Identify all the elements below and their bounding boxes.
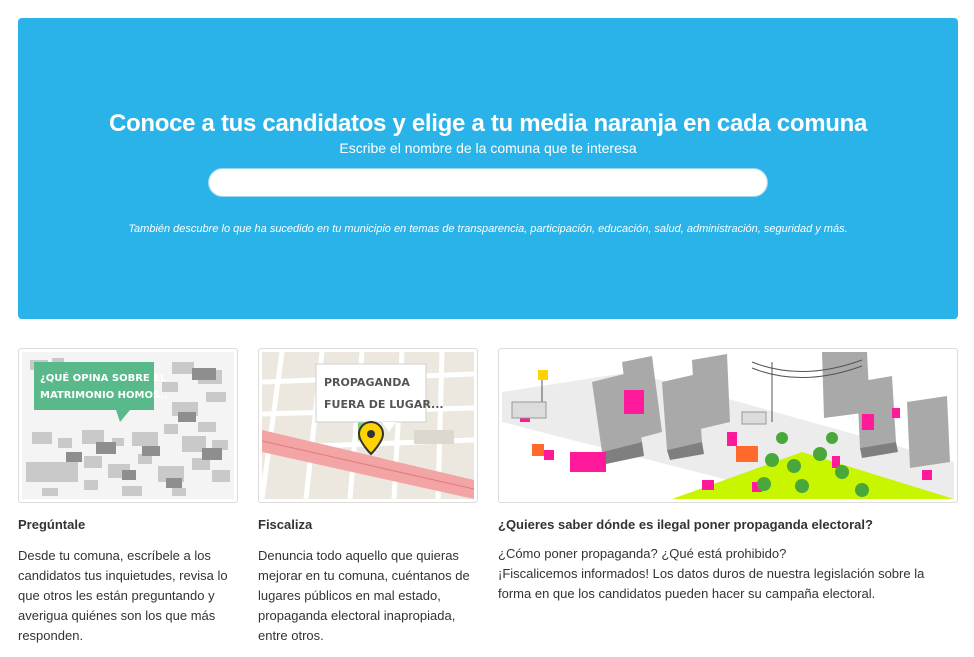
preguntale-bubble-line2: MATRIMONIO HOMOS.. <box>40 390 168 401</box>
preguntale-title[interactable]: Pregúntale <box>18 517 238 532</box>
propaganda-text-line1: ¿Cómo poner propaganda? ¿Qué está prohib… <box>498 546 787 561</box>
comuna-search-input[interactable] <box>208 168 768 197</box>
propaganda-text-line2: ¡Fiscalicemos informados! Los datos duro… <box>498 566 925 601</box>
preguntale-bubble-line1: ¿QUÉ OPINA SOBRE EL <box>40 371 167 384</box>
hero-banner: Conoce a tus candidatos y elige a tu med… <box>18 18 958 319</box>
preguntale-image[interactable]: ¿QUÉ OPINA SOBRE EL MATRIMONIO HOMOS.. <box>18 348 238 503</box>
hero-note: También descubre lo que ha sucedido en t… <box>128 223 848 235</box>
card-propaganda-legal[interactable]: ¿Quieres saber dónde es ilegal poner pro… <box>498 348 958 604</box>
propaganda-title[interactable]: ¿Quieres saber dónde es ilegal poner pro… <box>498 517 958 532</box>
fiscaliza-label-line2: FUERA DE LUGAR... <box>324 398 444 411</box>
propaganda-text: ¿Cómo poner propaganda? ¿Qué está prohib… <box>498 544 958 604</box>
preguntale-text: Desde tu comuna, escríbele a los candida… <box>18 548 228 643</box>
hero-title: Conoce a tus candidatos y elige a tu med… <box>108 110 868 137</box>
fiscaliza-map-image[interactable]: PROPAGANDA FUERA DE LUGAR... <box>258 348 478 503</box>
card-preguntale[interactable]: ¿QUÉ OPINA SOBRE EL MATRIMONIO HOMOS.. P… <box>18 348 238 646</box>
fiscaliza-text: Denuncia todo aquello que quieras mejora… <box>258 548 470 643</box>
search-prompt: Escribe el nombre de la comuna que te in… <box>339 140 637 156</box>
fiscaliza-title[interactable]: Fiscaliza <box>258 517 478 532</box>
city-illustration-image[interactable] <box>498 348 958 503</box>
fiscaliza-label-line1: PROPAGANDA <box>324 376 410 389</box>
card-fiscaliza[interactable]: PROPAGANDA FUERA DE LUGAR... Fiscaliza D… <box>258 348 478 646</box>
